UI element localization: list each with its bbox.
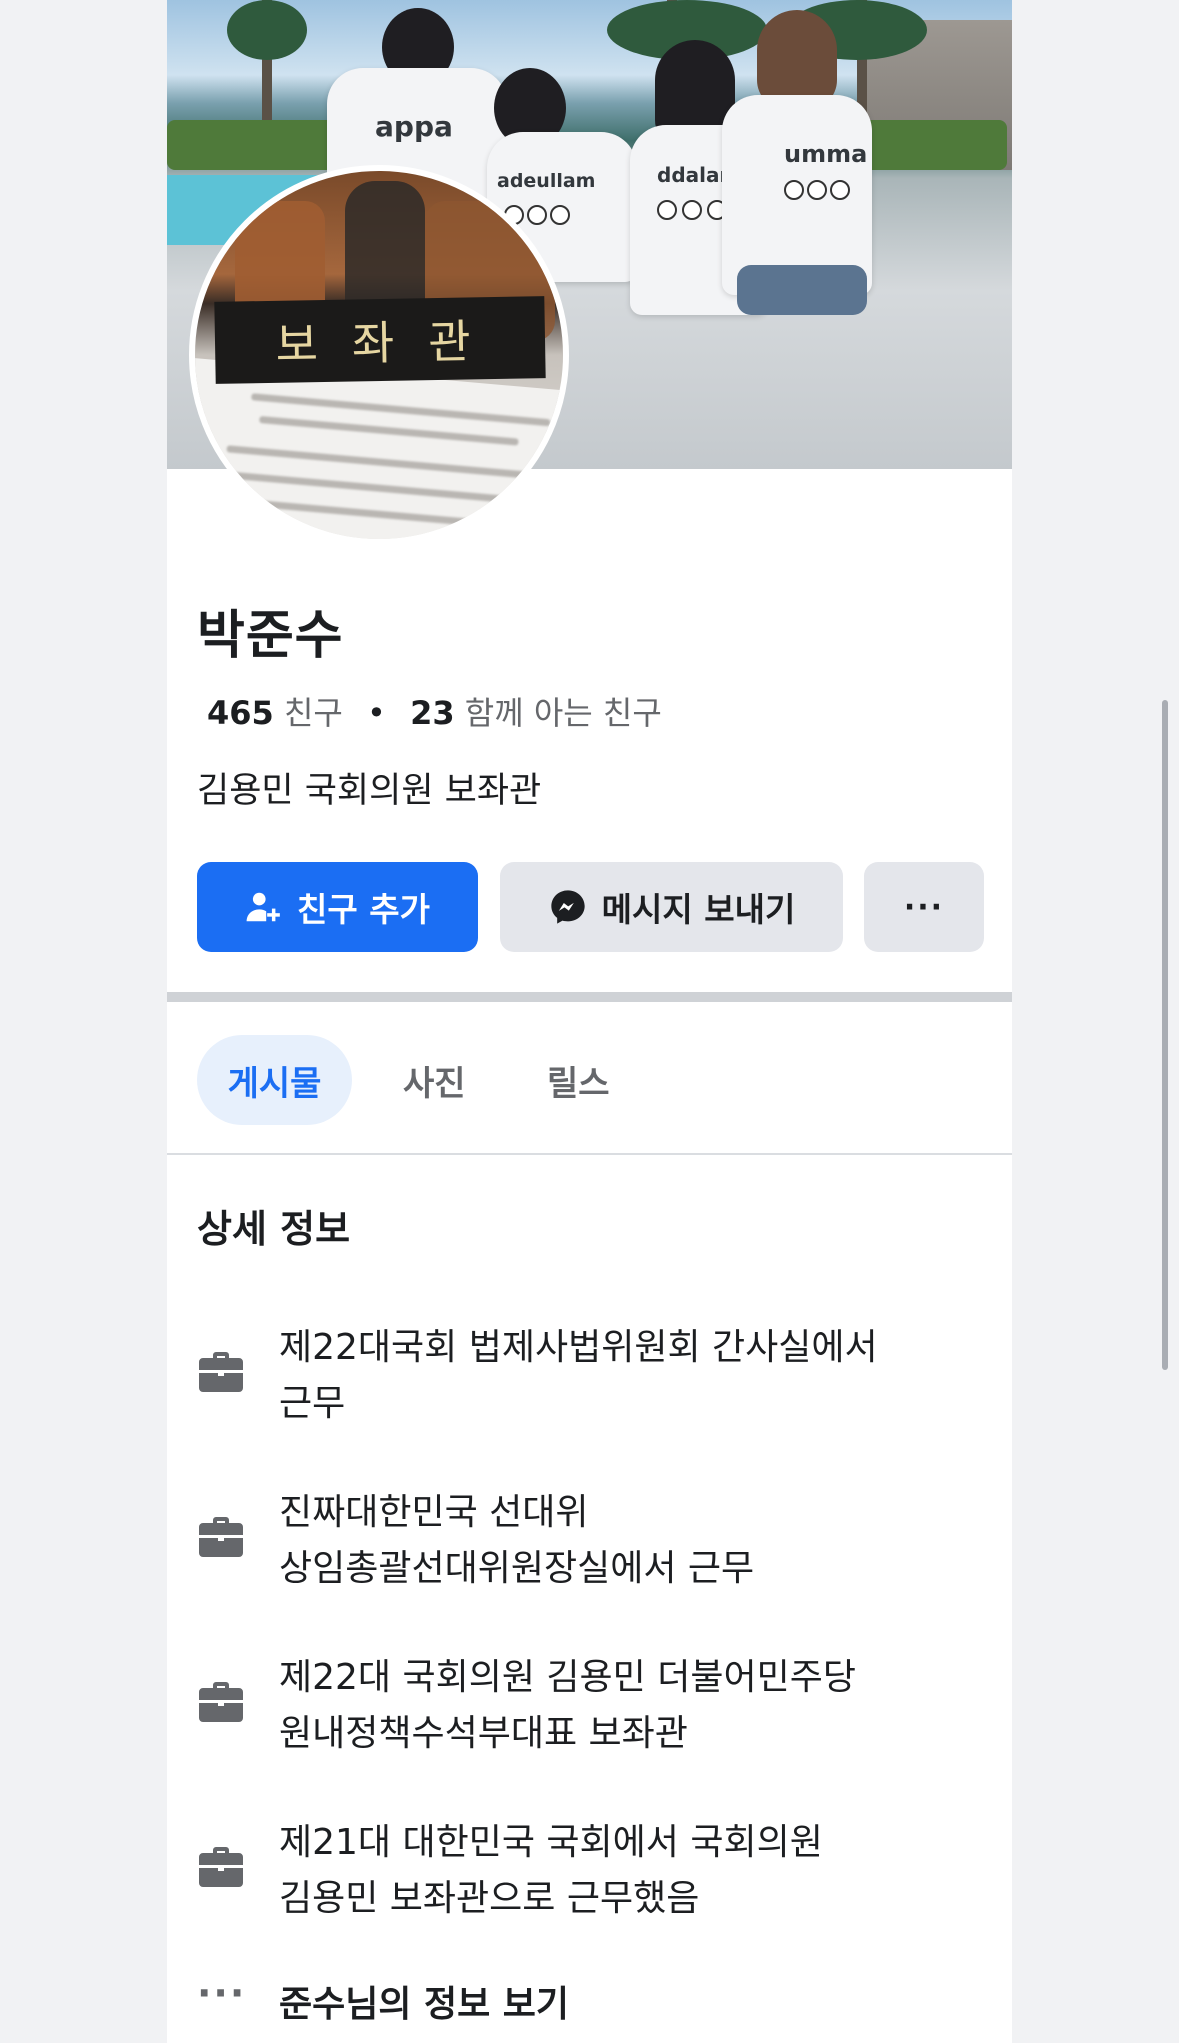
name-plate: 보좌관 <box>214 296 546 384</box>
profile-card: appa adeullam ddalam umma 보좌관 박준수 465 친구… <box>167 0 1012 2043</box>
tab-reels[interactable]: 릴스 <box>547 1035 610 1125</box>
add-friend-button[interactable]: 친구 추가 <box>197 862 478 952</box>
profile-avatar[interactable]: 보좌관 <box>189 165 569 545</box>
add-person-icon <box>246 892 280 922</box>
friends-label: 친구 <box>283 694 343 732</box>
tabs-divider <box>167 1153 1012 1155</box>
tab-posts-label: 게시물 <box>227 1063 322 1104</box>
more-options-button[interactable]: ··· <box>864 862 984 952</box>
tab-reels-label: 릴스 <box>547 1063 610 1104</box>
briefcase-icon <box>199 1352 243 1392</box>
detail-line: 진짜대한민국 선대위 <box>279 1492 589 1533</box>
shirt-label: appa <box>375 110 453 143</box>
mutual-friends-count: 23 <box>410 694 455 732</box>
detail-item: 제21대 대한민국 국회에서 국회의원 김용민 보좌관으로 근무했음 <box>197 1815 987 1927</box>
section-divider <box>167 992 1012 1002</box>
see-about-info-link[interactable]: ··· 준수님의 정보 보기 <box>197 1971 987 2031</box>
add-friend-label: 친구 추가 <box>297 890 430 929</box>
send-message-label: 메시지 보내기 <box>601 890 796 929</box>
detail-line: 제22대국회 법제사법위원회 간사실에서 <box>279 1327 878 1368</box>
shirt-label: adeullam <box>497 170 596 192</box>
detail-item: 제22대 국회의원 김용민 더불어민주당 원내정책수석부대표 보좌관 <box>197 1650 987 1762</box>
tab-photos[interactable]: 사진 <box>403 1035 466 1125</box>
detail-line: 원내정책수석부대표 보좌관 <box>279 1713 688 1754</box>
detail-line: 제21대 대한민국 국회에서 국회의원 <box>279 1822 823 1863</box>
more-dots-icon: ··· <box>903 889 945 925</box>
detail-item: 제22대국회 법제사법위원회 간사실에서 근무 <box>197 1320 987 1432</box>
mutual-friends-label: 함께 아는 친구 <box>464 694 662 732</box>
friends-summary[interactable]: 465 친구 • 23 함께 아는 친구 <box>207 688 662 734</box>
more-dots-icon: ··· <box>197 1971 247 2015</box>
detail-line: 상임총괄선대위원장실에서 근무 <box>279 1548 755 1589</box>
profile-bio: 김용민 국회의원 보좌관 <box>197 771 542 811</box>
briefcase-icon <box>199 1847 243 1887</box>
send-message-button[interactable]: 메시지 보내기 <box>500 862 843 952</box>
tab-photos-label: 사진 <box>403 1063 466 1104</box>
scrollbar-thumb[interactable] <box>1162 700 1168 1370</box>
messenger-icon <box>551 890 585 924</box>
tab-posts[interactable]: 게시물 <box>197 1035 352 1125</box>
briefcase-icon <box>199 1517 243 1557</box>
details-heading: 상세 정보 <box>197 1207 351 1251</box>
detail-line: 근무 <box>279 1383 346 1424</box>
see-about-info-label: 준수님의 정보 보기 <box>279 1984 570 2025</box>
detail-line: 김용민 보좌관으로 근무했음 <box>279 1878 700 1919</box>
name-plate-text: 보좌관 <box>275 313 505 372</box>
shirt-label: umma <box>784 140 868 168</box>
detail-item: 진짜대한민국 선대위 상임총괄선대위원장실에서 근무 <box>197 1485 987 1597</box>
friends-count: 465 <box>207 694 274 732</box>
detail-line: 제22대 국회의원 김용민 더불어민주당 <box>279 1657 856 1698</box>
profile-name: 박준수 <box>197 606 344 666</box>
separator-dot: • <box>367 694 386 732</box>
briefcase-icon <box>199 1682 243 1722</box>
